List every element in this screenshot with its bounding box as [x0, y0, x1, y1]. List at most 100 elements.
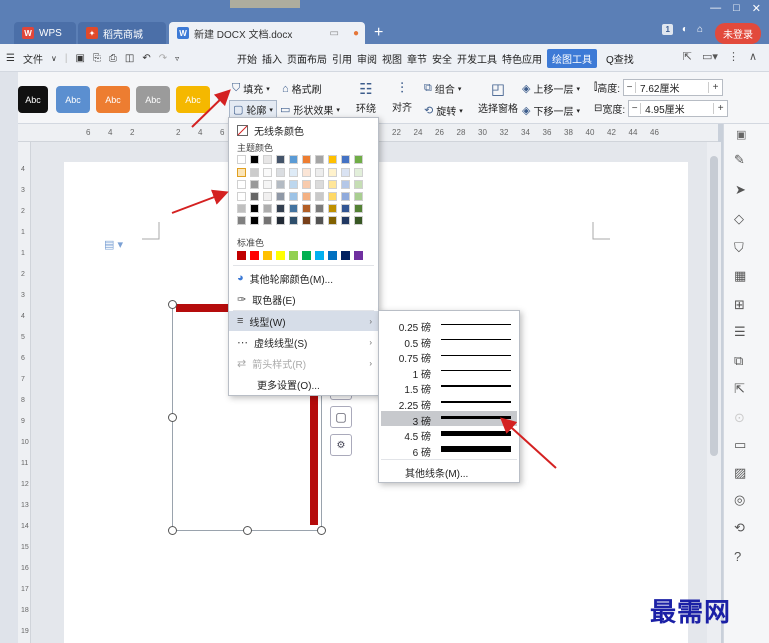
- tab-document[interactable]: W 新建 DOCX 文档.docx ▭ ●: [169, 22, 365, 44]
- export-pdf-icon[interactable]: ⎘: [93, 53, 101, 64]
- theme-color-swatch[interactable]: [250, 216, 259, 225]
- theme-color-swatch[interactable]: [276, 168, 285, 177]
- picture-icon[interactable]: ▨: [734, 465, 746, 481]
- close-button[interactable]: ✕: [752, 2, 761, 15]
- theme-color-swatch[interactable]: [315, 204, 324, 213]
- bring-forward-button[interactable]: ◈ 上移一层 ▾: [522, 81, 580, 96]
- customize-icon[interactable]: ▿: [175, 54, 179, 63]
- theme-color-swatch[interactable]: [302, 155, 311, 164]
- theme-color-swatch[interactable]: [237, 155, 246, 164]
- line-weight-option[interactable]: 0.75 磅: [381, 348, 517, 365]
- theme-color-swatch[interactable]: [237, 180, 246, 189]
- line-style-item[interactable]: ≡ 线型(W) ›: [229, 311, 378, 331]
- sliders-icon[interactable]: ☰: [734, 324, 746, 340]
- tab-special[interactable]: 特色应用: [502, 51, 542, 66]
- tab-section[interactable]: 章节: [407, 51, 427, 66]
- theme-color-swatch[interactable]: [289, 216, 298, 225]
- theme-color-swatch[interactable]: [250, 180, 259, 189]
- theme-color-swatch[interactable]: [354, 204, 363, 213]
- theme-color-swatch[interactable]: [289, 168, 298, 177]
- theme-color-swatch[interactable]: [250, 168, 259, 177]
- theme-color-swatch[interactable]: [263, 180, 272, 189]
- theme-color-swatch[interactable]: [341, 192, 350, 201]
- send-backward-button[interactable]: ◈ 下移一层 ▾: [522, 103, 580, 118]
- eyedropper-item[interactable]: ✑ 取色器(E): [229, 289, 378, 309]
- line-weight-option[interactable]: 3 磅: [381, 410, 517, 428]
- width-increase-button[interactable]: +: [713, 103, 727, 114]
- standard-color-swatch[interactable]: [328, 251, 337, 260]
- theme-color-swatch[interactable]: [328, 192, 337, 201]
- standard-color-swatch[interactable]: [341, 251, 350, 260]
- width-decrease-button[interactable]: −: [629, 103, 642, 114]
- skin-icon[interactable]: ◐: [682, 24, 688, 35]
- tab-review[interactable]: 审阅: [357, 51, 377, 66]
- more-settings-item[interactable]: 更多设置(O)...: [229, 374, 378, 394]
- line-weight-option[interactable]: 0.5 磅: [381, 333, 517, 350]
- theme-color-swatch[interactable]: [354, 192, 363, 201]
- shape-style-blue[interactable]: Abc: [56, 86, 90, 113]
- theme-color-swatch[interactable]: [341, 155, 350, 164]
- help-icon[interactable]: ?: [734, 549, 741, 564]
- print-preview-icon[interactable]: ◫: [125, 53, 134, 64]
- wrap-button[interactable]: ☷ 环绕: [356, 80, 376, 115]
- standard-color-swatch[interactable]: [250, 251, 259, 260]
- theme-color-swatch[interactable]: [276, 155, 285, 164]
- resize-handle[interactable]: [168, 526, 177, 535]
- image-edit-icon[interactable]: ⧉: [734, 353, 743, 369]
- rotate-button[interactable]: ⟲ 旋转 ▾: [424, 103, 463, 118]
- theme-color-swatch[interactable]: [354, 216, 363, 225]
- standard-color-swatch[interactable]: [315, 251, 324, 260]
- no-line-color-item[interactable]: 无线条颜色: [229, 120, 378, 140]
- tab-page-layout[interactable]: 页面布局: [287, 51, 327, 66]
- theme-color-swatch[interactable]: [341, 216, 350, 225]
- standard-color-swatch[interactable]: [354, 251, 363, 260]
- more-icon[interactable]: ⋮: [728, 50, 739, 63]
- theme-color-swatch[interactable]: [315, 192, 324, 201]
- line-weight-option[interactable]: 4.5 磅: [381, 426, 517, 443]
- theme-color-swatch[interactable]: [302, 216, 311, 225]
- standard-color-swatch[interactable]: [302, 251, 311, 260]
- shape-style-gold[interactable]: Abc: [176, 86, 210, 113]
- standard-color-swatch[interactable]: [276, 251, 285, 260]
- theme-color-swatch[interactable]: [302, 168, 311, 177]
- theme-color-swatch[interactable]: [276, 180, 285, 189]
- hamburger-icon[interactable]: ☰: [6, 53, 15, 64]
- menu-file[interactable]: 文件: [23, 51, 43, 66]
- theme-color-swatch[interactable]: [328, 155, 337, 164]
- theme-color-swatch[interactable]: [315, 168, 324, 177]
- theme-color-swatch[interactable]: [328, 168, 337, 177]
- fill-bucket-icon[interactable]: ⛉: [734, 240, 744, 256]
- tab-wps[interactable]: W WPS: [14, 22, 76, 44]
- shape-effects-button[interactable]: ▭ 形状效果 ▾: [280, 102, 340, 117]
- line-weight-option[interactable]: 1.5 磅: [381, 379, 517, 396]
- theme-color-swatch[interactable]: [315, 180, 324, 189]
- theme-color-swatch[interactable]: [302, 192, 311, 201]
- chevron-down-icon[interactable]: ∨: [51, 54, 57, 63]
- export-icon[interactable]: ⇱: [734, 381, 745, 397]
- resize-handle[interactable]: [317, 526, 326, 535]
- undo-icon[interactable]: ↶: [142, 53, 150, 64]
- theme-color-swatch[interactable]: [250, 192, 259, 201]
- line-weight-option[interactable]: 2.25 磅: [381, 395, 517, 412]
- collapse-ribbon-icon[interactable]: ∧: [749, 50, 757, 63]
- theme-color-swatch[interactable]: [328, 180, 337, 189]
- shape-more-icon[interactable]: ⚙: [330, 434, 352, 456]
- vertical-scrollbar[interactable]: [707, 142, 721, 643]
- standard-color-swatch[interactable]: [237, 251, 246, 260]
- height-decrease-button[interactable]: −: [624, 82, 636, 93]
- theme-color-swatch[interactable]: [276, 204, 285, 213]
- login-button[interactable]: 未登录: [715, 23, 761, 44]
- theme-color-swatch[interactable]: [263, 216, 272, 225]
- new-tab-button[interactable]: +: [374, 22, 383, 44]
- search-button[interactable]: Q查找: [606, 51, 634, 66]
- tab-developer[interactable]: 开发工具: [457, 51, 497, 66]
- width-value[interactable]: 4.95厘米: [641, 101, 713, 116]
- tab-insert[interactable]: 插入: [262, 51, 282, 66]
- theme-color-swatch[interactable]: [237, 192, 246, 201]
- theme-color-swatch[interactable]: [276, 216, 285, 225]
- height-increase-button[interactable]: +: [707, 82, 722, 93]
- shape-frame-icon[interactable]: ▢: [330, 406, 352, 428]
- history-icon[interactable]: ⟲: [734, 520, 745, 536]
- minimize-button[interactable]: —: [710, 2, 721, 15]
- theme-color-swatch[interactable]: [302, 204, 311, 213]
